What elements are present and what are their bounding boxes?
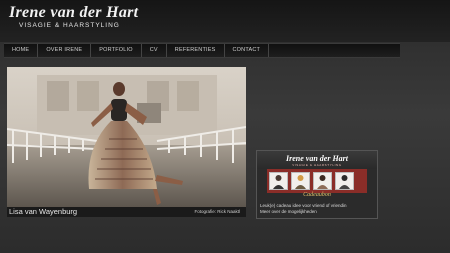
- main-nav: HOME OVER IRENE PORTFOLIO CV REFERENTIES…: [4, 43, 400, 58]
- banner-subtitle: VISAGIE & HAARSTYLING: [292, 163, 342, 167]
- site-subtitle: VISAGIE & HAARSTYLING: [19, 22, 120, 29]
- banner-script-text: Cadeaubon: [303, 192, 331, 198]
- site-title[interactable]: Irene van der Hart: [9, 4, 138, 22]
- banner-title: Irene van der Hart: [286, 154, 348, 163]
- photo-subject-name: Lisa van Wayenburg: [9, 207, 78, 216]
- nav-item-home[interactable]: HOME: [4, 44, 39, 57]
- dancer-on-pier-image: [7, 67, 246, 207]
- nav-item-contact[interactable]: CONTACT: [225, 44, 270, 57]
- nav-item-cv[interactable]: CV: [142, 44, 167, 57]
- feature-photo: [7, 67, 246, 207]
- nav-item-referenties[interactable]: REFERENTIES: [167, 44, 225, 57]
- banner-thumbnail: [269, 172, 288, 190]
- banner-text-line-2: Meer over de mogelijkheden: [260, 209, 317, 214]
- banner-thumbnail: [335, 172, 354, 190]
- gift-voucher-banner[interactable]: Irene van der Hart VISAGIE & HAARSTYLING…: [256, 150, 378, 219]
- banner-thumbnails: [269, 172, 369, 190]
- nav-item-portfolio[interactable]: PORTFOLIO: [91, 44, 142, 57]
- banner-thumbnail: [291, 172, 310, 190]
- site-header: Irene van der Hart VISAGIE & HAARSTYLING: [0, 0, 450, 42]
- banner-text: Leuk(e) cadeau idee voor vriend of vrien…: [260, 203, 375, 215]
- photo-credit: Fotografie: Rick Naaktl: [194, 209, 240, 214]
- nav-item-over-irene[interactable]: OVER IRENE: [38, 44, 92, 57]
- banner-thumbnail: [313, 172, 332, 190]
